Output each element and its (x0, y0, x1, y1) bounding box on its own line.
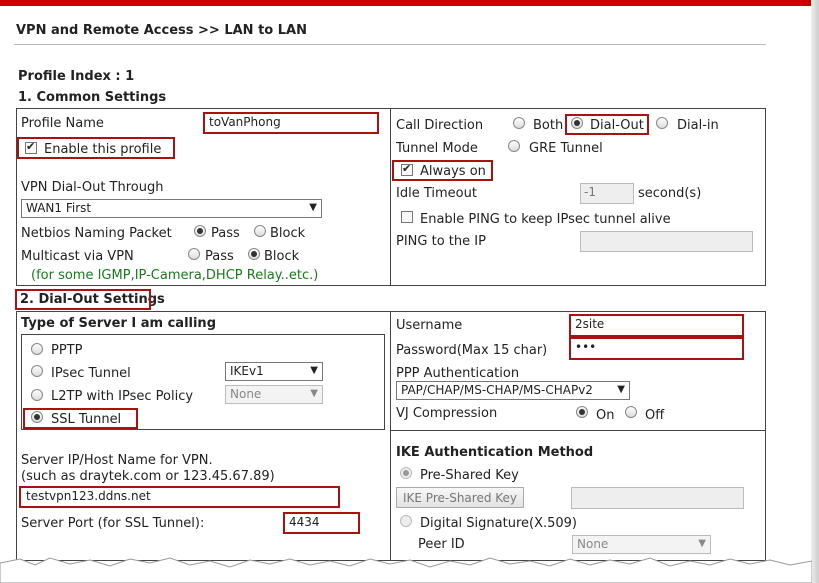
l2tp-radio[interactable] (31, 389, 43, 401)
psk-radio[interactable] (400, 467, 412, 479)
multicast-pass-label: Pass (205, 249, 234, 264)
vj-on-label: On (596, 408, 615, 423)
profile-name-highlight (203, 112, 379, 134)
ppp-auth-label: PPP Authentication (396, 366, 520, 381)
title-divider (14, 44, 766, 45)
vpn-dialout-value: WAN1 First (26, 201, 92, 215)
idle-timeout-input[interactable]: -1 (580, 183, 634, 204)
netbios-block-radio[interactable] (254, 225, 266, 237)
server-ip-hint: (such as draytek.com or 123.45.67.89) (21, 469, 275, 484)
ppp-auth-value: PAP/CHAP/MS-CHAP/MS-CHAPv2 (401, 383, 593, 397)
password-label: Password(Max 15 char) (396, 343, 548, 358)
ping-enable-checkbox[interactable] (401, 211, 413, 223)
server-port-label: Server Port (for SSL Tunnel): (21, 516, 205, 531)
digital-signature-radio[interactable] (400, 515, 412, 527)
ipsec-radio[interactable] (31, 365, 43, 377)
ike-divider (391, 430, 766, 431)
ipsec-version-value: IKEv1 (230, 364, 264, 378)
chevron-down-icon: ▼ (617, 384, 625, 395)
ppp-auth-select[interactable]: PAP/CHAP/MS-CHAP/MS-CHAPv2 ▼ (396, 381, 630, 400)
server-port-highlight (283, 512, 360, 534)
multicast-label: Multicast via VPN (21, 249, 134, 264)
chevron-down-icon: ▼ (310, 365, 318, 376)
username-label: Username (396, 318, 463, 333)
vj-off-radio[interactable] (625, 406, 637, 418)
profile-index: Profile Index : 1 (18, 69, 135, 84)
multicast-pass-radio[interactable] (188, 248, 200, 260)
enable-profile-highlight (17, 137, 175, 159)
section-common-settings: 1. Common Settings (18, 90, 167, 105)
ssl-tunnel-highlight (23, 408, 138, 429)
ping-enable-label: Enable PING to keep IPsec tunnel alive (420, 212, 671, 227)
ipsec-version-select[interactable]: IKEv1 ▼ (225, 362, 323, 381)
netbios-block-label: Block (270, 226, 306, 241)
torn-edge-decoration (0, 557, 812, 583)
idle-timeout-label: Idle Timeout (396, 186, 477, 201)
gre-tunnel-radio[interactable] (508, 140, 520, 152)
call-dialin-radio[interactable] (656, 117, 668, 129)
pptp-radio[interactable] (31, 343, 43, 355)
vpn-dialout-label: VPN Dial-Out Through (21, 180, 164, 195)
ipsec-label: IPsec Tunnel (51, 366, 131, 381)
gre-tunnel-label: GRE Tunnel (529, 141, 603, 156)
chevron-down-icon: ▼ (310, 388, 318, 399)
peer-id-label: Peer ID (418, 537, 465, 552)
pptp-label: PPTP (51, 343, 83, 358)
vj-off-label: Off (645, 408, 665, 423)
call-direction-label: Call Direction (396, 118, 484, 133)
server-type-label: Type of Server I am calling (21, 316, 216, 331)
right-shadow-edge (811, 0, 819, 583)
psk-label: Pre-Shared Key (420, 468, 519, 483)
l2tp-policy-value: None (230, 387, 262, 401)
call-dialin-label: Dial-in (677, 118, 719, 133)
tunnel-mode-label: Tunnel Mode (396, 141, 478, 156)
ike-psk-input[interactable] (571, 487, 744, 509)
multicast-note: (for some IGMP,IP-Camera,DHCP Relay..etc… (31, 268, 319, 283)
ike-psk-button[interactable]: IKE Pre-Shared Key (396, 487, 525, 508)
call-both-label: Both (533, 118, 564, 133)
vj-on-radio[interactable] (576, 406, 588, 418)
dialout-settings-highlight (15, 289, 151, 310)
seconds-label: second(s) (638, 186, 702, 201)
ping-ip-input[interactable] (580, 231, 753, 252)
username-highlight (569, 314, 744, 337)
always-on-highlight (392, 160, 493, 181)
top-accent-bar (0, 0, 812, 6)
call-dialout-highlight (565, 114, 649, 135)
vpn-dialout-select[interactable]: WAN1 First ▼ (21, 199, 322, 218)
chevron-down-icon: ▼ (309, 202, 317, 213)
vj-compression-label: VJ Compression (396, 406, 498, 421)
ike-auth-title: IKE Authentication Method (396, 445, 594, 460)
call-both-radio[interactable] (513, 117, 525, 129)
server-ip-label: Server IP/Host Name for VPN. (21, 453, 213, 468)
peer-id-select[interactable]: None ▼ (572, 535, 711, 554)
peer-id-value: None (577, 537, 609, 551)
common-settings-divider (390, 108, 391, 286)
netbios-pass-radio[interactable] (194, 225, 206, 237)
ping-ip-label: PING to the IP (396, 234, 486, 249)
l2tp-label: L2TP with IPsec Policy (51, 389, 194, 404)
netbios-pass-label: Pass (211, 226, 240, 241)
l2tp-policy-select[interactable]: None ▼ (225, 385, 323, 404)
chevron-down-icon: ▼ (698, 538, 706, 549)
profile-name-label: Profile Name (21, 116, 104, 131)
password-highlight (569, 337, 744, 360)
multicast-block-label: Block (264, 249, 300, 264)
multicast-block-radio[interactable] (248, 248, 260, 260)
breadcrumb: VPN and Remote Access >> LAN to LAN (16, 23, 307, 38)
server-ip-highlight (19, 486, 340, 508)
dialout-settings-divider (390, 311, 391, 561)
netbios-label: Netbios Naming Packet (21, 226, 172, 241)
digital-signature-label: Digital Signature(X.509) (420, 516, 578, 531)
